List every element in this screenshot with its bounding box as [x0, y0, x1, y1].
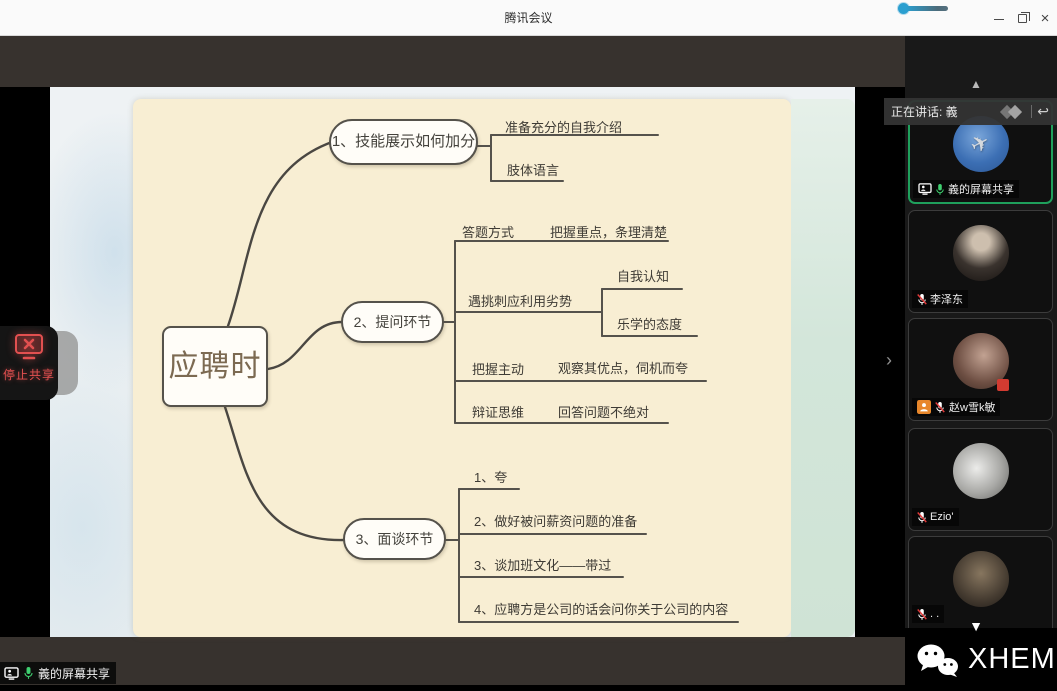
close-button[interactable]: × [1036, 10, 1054, 28]
speaking-indicator-bar: 正在讲话: 義 ↩ [884, 98, 1057, 125]
participant-label: 義的屏幕共享 [913, 180, 1019, 198]
mic-muted-icon [917, 511, 927, 524]
mindmap-leaf: 准备充分的自我介绍 [505, 117, 622, 136]
screen-share-icon [4, 667, 19, 680]
participant-tile[interactable]: Ezio' [908, 428, 1053, 531]
divider [1031, 105, 1032, 118]
wechat-icon [915, 643, 961, 677]
avatar [953, 551, 1009, 607]
stop-share-monitor-icon [13, 333, 45, 361]
share-status-label: 義的屏幕共享 [38, 665, 110, 682]
mindmap-leaf: 辩证思维 [472, 402, 524, 421]
speaking-indicator-text: 正在讲话: 義 [884, 103, 1000, 120]
mic-muted-icon [935, 401, 945, 414]
page-right-margin [791, 99, 855, 637]
screen-share-status-bar: 義的屏幕共享 [0, 662, 116, 684]
participant-label: 赵w雪k敏 [912, 398, 1000, 416]
layout-switch-icon[interactable] [1000, 104, 1026, 120]
participant-tile[interactable]: 赵w雪k敏 [908, 318, 1053, 421]
watermark: XHEM [905, 628, 1057, 691]
screen-share-icon [918, 183, 932, 195]
volume-slider-track [906, 6, 948, 11]
mindmap-branch2-node: 2、提问环节 [341, 301, 444, 343]
participant-name: 李泽东 [930, 291, 963, 307]
mindmap-leaf: 自我认知 [617, 266, 669, 285]
mindmap-branch3-node: 3、面谈环节 [343, 518, 446, 560]
sidebar-collapse-chevron-icon[interactable]: › [886, 350, 892, 371]
mindmap-leaf: 2、做好被问薪资问题的准备 [474, 511, 637, 530]
participant-label: . . [912, 605, 944, 623]
mindmap-leaf: 答题方式 [462, 222, 514, 241]
stop-share-label: 停止共享 [0, 366, 58, 383]
shared-window-top-strip [0, 36, 905, 87]
stop-share-button[interactable]: 停止共享 [0, 326, 58, 400]
mindmap-root-node: 应聘时 [162, 326, 268, 407]
mic-muted-icon [917, 608, 927, 621]
restore-button[interactable] [1014, 10, 1032, 28]
avatar [953, 225, 1009, 281]
mindmap-leaf: 把握重点，条理清楚 [550, 222, 667, 241]
scroll-down-arrow[interactable]: ▼ [962, 618, 990, 634]
participant-label: Ezio' [912, 508, 959, 526]
scroll-up-arrow[interactable]: ▲ [962, 77, 990, 91]
mic-muted-icon [917, 293, 927, 306]
participant-label: 李泽东 [912, 290, 968, 308]
host-icon [917, 400, 931, 414]
avatar [953, 443, 1009, 499]
mindmap-leaf: 3、谈加班文化——带过 [474, 555, 611, 574]
participant-name: . . [930, 608, 939, 620]
participant-name: Ezio' [930, 511, 954, 523]
mic-on-icon [935, 183, 945, 196]
avatar-badge [997, 379, 1009, 391]
participant-name: 赵w雪k敏 [949, 399, 995, 415]
mindmap-leaf: 4、应聘方是公司的话会问你关于公司的内容 [474, 599, 728, 618]
mindmap-leaf: 1、夸 [474, 467, 507, 486]
restore-icon [1018, 14, 1027, 23]
mic-on-icon [23, 666, 34, 680]
volume-slider[interactable] [898, 2, 950, 16]
mindmap-leaf: 乐学的态度 [617, 314, 682, 333]
shared-window-bottom-strip [0, 637, 905, 685]
reply-arrow-icon[interactable]: ↩ [1037, 103, 1057, 120]
mindmap-leaf: 肢体语言 [507, 160, 559, 179]
minimize-icon [994, 19, 1004, 20]
participant-tile[interactable]: 李泽东 [908, 210, 1053, 313]
mindmap-leaf: 遇挑刺应利用劣势 [468, 291, 572, 310]
mindmap-leaf: 回答问题不绝对 [558, 402, 649, 421]
jet-icon: ✈ [966, 128, 994, 160]
participant-name: 義的屏幕共享 [948, 181, 1014, 197]
close-icon: × [1041, 10, 1050, 27]
minimize-button[interactable] [990, 10, 1008, 28]
watermark-brand: XHEM [968, 643, 1056, 676]
mindmap-leaf: 观察其优点，伺机而夸 [558, 358, 688, 377]
mindmap-leaf: 把握主动 [472, 359, 524, 378]
mindmap-branch1-node: 1、技能展示如何加分 [329, 119, 478, 165]
title-bar: 腾讯会议 × [0, 0, 1057, 36]
